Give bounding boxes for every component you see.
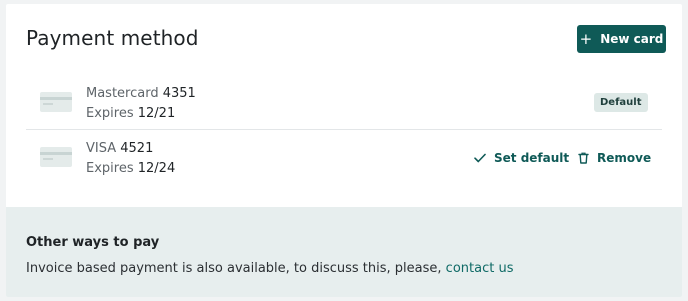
new-card-label: New card bbox=[600, 32, 664, 46]
invoice-text: Invoice based payment is also available,… bbox=[26, 261, 442, 276]
page-title: Payment method bbox=[26, 26, 199, 50]
checkmark-icon bbox=[474, 153, 486, 163]
card-row: Mastercard 4351 Expires 12/21 Default bbox=[26, 76, 662, 130]
card-row: VISA 4521 Expires 12/24 Set default Remo… bbox=[26, 131, 662, 185]
trash-icon bbox=[578, 152, 589, 164]
new-card-button[interactable]: + New card bbox=[577, 25, 666, 53]
credit-card-icon bbox=[40, 92, 72, 112]
remove-card-button[interactable]: Remove bbox=[578, 148, 651, 168]
remove-label: Remove bbox=[597, 151, 652, 165]
card-expires-label: Expires bbox=[86, 161, 134, 176]
other-ways-text: Invoice based payment is also available,… bbox=[26, 261, 513, 276]
panel-header: Payment method + New card bbox=[6, 4, 682, 68]
card-details: VISA 4521 Expires 12/24 bbox=[86, 139, 175, 179]
card-number: 4351 bbox=[162, 86, 196, 101]
payment-method-panel: Payment method + New card Mastercard 435… bbox=[6, 4, 682, 297]
card-expiry: 12/21 bbox=[137, 106, 176, 121]
card-expires-label: Expires bbox=[86, 106, 134, 121]
other-ways-section: Other ways to pay Invoice based payment … bbox=[6, 207, 682, 297]
card-expiry: 12/24 bbox=[137, 161, 176, 176]
credit-card-icon bbox=[40, 147, 72, 167]
plus-icon: + bbox=[579, 29, 593, 48]
set-default-button[interactable]: Set default bbox=[474, 148, 569, 168]
card-number: 4521 bbox=[120, 141, 154, 156]
card-brand: Mastercard bbox=[86, 86, 159, 101]
set-default-label: Set default bbox=[494, 151, 570, 165]
contact-us-link[interactable]: contact us bbox=[446, 261, 514, 276]
card-brand: VISA bbox=[86, 141, 117, 156]
other-ways-title: Other ways to pay bbox=[26, 235, 160, 250]
card-details: Mastercard 4351 Expires 12/21 bbox=[86, 84, 196, 124]
default-badge: Default bbox=[594, 93, 648, 112]
